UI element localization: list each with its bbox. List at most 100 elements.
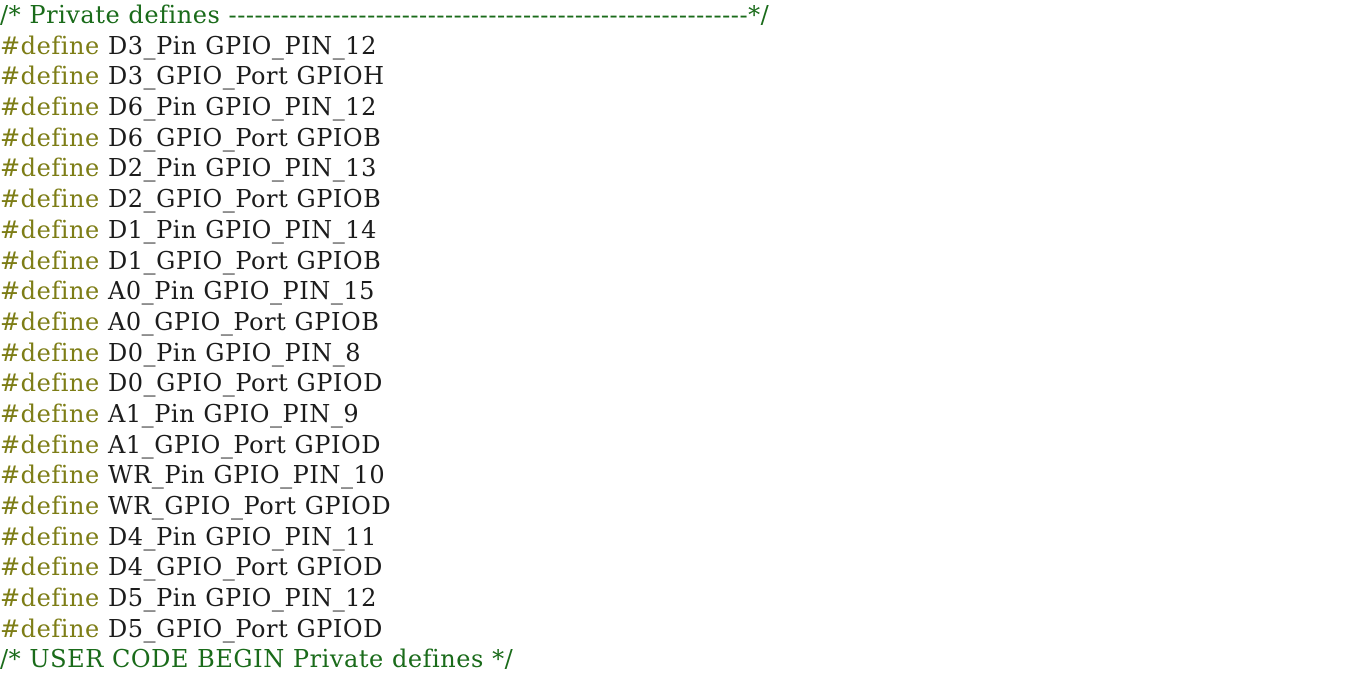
preprocessor-directive-token: #define bbox=[0, 461, 100, 490]
preprocessor-directive-token: #define bbox=[0, 614, 100, 643]
macro-value-token: GPIOD bbox=[294, 430, 382, 459]
preprocessor-directive-token: #define bbox=[0, 584, 100, 613]
code-line[interactable]: #define D5_Pin GPIO_PIN_12 bbox=[0, 583, 1364, 614]
code-line[interactable]: #define D1_GPIO_Port GPIOB bbox=[0, 246, 1364, 277]
macro-value-token: GPIOD bbox=[304, 492, 392, 520]
code-line[interactable]: #define D3_GPIO_Port GPIOH bbox=[0, 61, 1364, 92]
macro-name-token: D2_Pin bbox=[107, 154, 198, 183]
macro-value-token: GPIOD bbox=[296, 369, 383, 398]
code-line[interactable]: #define D0_Pin GPIO_PIN_8 bbox=[0, 338, 1364, 369]
macro-value-token: GPIO_PIN_10 bbox=[213, 461, 386, 490]
macro-name-token: WR_Pin bbox=[107, 461, 206, 490]
preprocessor-directive-token: #define bbox=[0, 31, 100, 60]
macro-value-token: GPIO_PIN_12 bbox=[205, 584, 377, 613]
code-line[interactable]: #define D5_GPIO_Port GPIOD bbox=[0, 614, 1364, 645]
code-line[interactable]: #define D4_Pin GPIO_PIN_11 bbox=[0, 522, 1364, 553]
code-line[interactable]: #define D6_Pin GPIO_PIN_12 bbox=[0, 92, 1364, 123]
macro-name-token: D5_Pin bbox=[107, 584, 198, 613]
macro-name-token: D5_GPIO_Port bbox=[107, 614, 289, 643]
code-line[interactable]: #define D2_GPIO_Port GPIOB bbox=[0, 184, 1364, 215]
macro-name-token: D4_GPIO_Port bbox=[107, 553, 289, 582]
macro-name-token: A0_GPIO_Port bbox=[107, 307, 287, 336]
macro-value-token: GPIOD bbox=[296, 614, 383, 643]
preprocessor-directive-token: #define bbox=[0, 338, 100, 367]
preprocessor-directive-token: #define bbox=[0, 93, 100, 122]
macro-name-token: A1_GPIO_Port bbox=[107, 430, 287, 459]
code-line[interactable]: #define D3_Pin GPIO_PIN_12 bbox=[0, 31, 1364, 62]
macro-value-token: GPIO_PIN_13 bbox=[205, 154, 377, 183]
code-line[interactable]: #define A0_Pin GPIO_PIN_15 bbox=[0, 276, 1364, 307]
macro-name-token: D4_Pin bbox=[107, 522, 198, 551]
preprocessor-directive-token: #define bbox=[0, 215, 100, 244]
macro-value-token: GPIOD bbox=[296, 553, 383, 582]
code-line[interactable]: #define D0_GPIO_Port GPIOD bbox=[0, 368, 1364, 399]
preprocessor-directive-token: #define bbox=[0, 522, 100, 551]
macro-value-token: GPIOB bbox=[296, 123, 382, 152]
macro-name-token: D2_GPIO_Port bbox=[107, 185, 289, 214]
code-line[interactable]: #define A1_Pin GPIO_PIN_9 bbox=[0, 399, 1364, 430]
macro-value-token: GPIOB bbox=[296, 185, 382, 214]
macro-value-token: GPIOB bbox=[294, 307, 380, 336]
macro-name-token: D1_Pin bbox=[107, 215, 198, 244]
preprocessor-directive-token: #define bbox=[0, 492, 100, 520]
macro-value-token: GPIO_PIN_8 bbox=[205, 338, 362, 367]
macro-value-token: GPIO_PIN_12 bbox=[205, 93, 377, 122]
code-line[interactable]: /* Private defines ---------------------… bbox=[0, 0, 1364, 31]
macro-value-token: GPIO_PIN_12 bbox=[205, 31, 377, 60]
preprocessor-directive-token: #define bbox=[0, 430, 100, 459]
code-line[interactable]: #define D4_GPIO_Port GPIOD bbox=[0, 552, 1364, 583]
preprocessor-directive-token: #define bbox=[0, 154, 100, 183]
preprocessor-directive-token: #define bbox=[0, 123, 100, 152]
macro-value-token: GPIO_PIN_9 bbox=[203, 399, 360, 428]
macro-value-token: GPIOH bbox=[296, 62, 385, 91]
preprocessor-directive-token: #define bbox=[0, 62, 100, 91]
code-editor-viewport[interactable]: /* Private defines ---------------------… bbox=[0, 0, 1364, 695]
code-line[interactable]: #define WR_Pin GPIO_PIN_10 bbox=[0, 460, 1364, 491]
code-line[interactable]: #define A1_GPIO_Port GPIOD bbox=[0, 430, 1364, 461]
code-line[interactable]: /* USER CODE BEGIN Private defines */ bbox=[0, 644, 1364, 675]
macro-value-token: GPIO_PIN_14 bbox=[205, 215, 377, 244]
comment-token: /* USER CODE BEGIN Private defines */ bbox=[0, 645, 514, 674]
macro-name-token: D6_Pin bbox=[107, 93, 198, 122]
macro-value-token: GPIO_PIN_15 bbox=[203, 277, 376, 306]
macro-name-token: D1_GPIO_Port bbox=[107, 246, 289, 275]
macro-value-token: GPIO_PIN_11 bbox=[205, 522, 377, 551]
code-line[interactable]: #define WR_GPIO_Port GPIOD bbox=[0, 491, 1364, 522]
code-line[interactable]: #define D1_Pin GPIO_PIN_14 bbox=[0, 215, 1364, 246]
macro-name-token: WR_GPIO_Port bbox=[107, 492, 297, 520]
macro-value-token: GPIOB bbox=[296, 246, 382, 275]
preprocessor-directive-token: #define bbox=[0, 277, 100, 306]
preprocessor-directive-token: #define bbox=[0, 553, 100, 582]
macro-name-token: D3_GPIO_Port bbox=[107, 62, 289, 91]
code-line[interactable]: #define A0_GPIO_Port GPIOB bbox=[0, 307, 1364, 338]
code-line[interactable]: #define D2_Pin GPIO_PIN_13 bbox=[0, 153, 1364, 184]
code-line[interactable]: #define D6_GPIO_Port GPIOB bbox=[0, 123, 1364, 154]
preprocessor-directive-token: #define bbox=[0, 307, 100, 336]
